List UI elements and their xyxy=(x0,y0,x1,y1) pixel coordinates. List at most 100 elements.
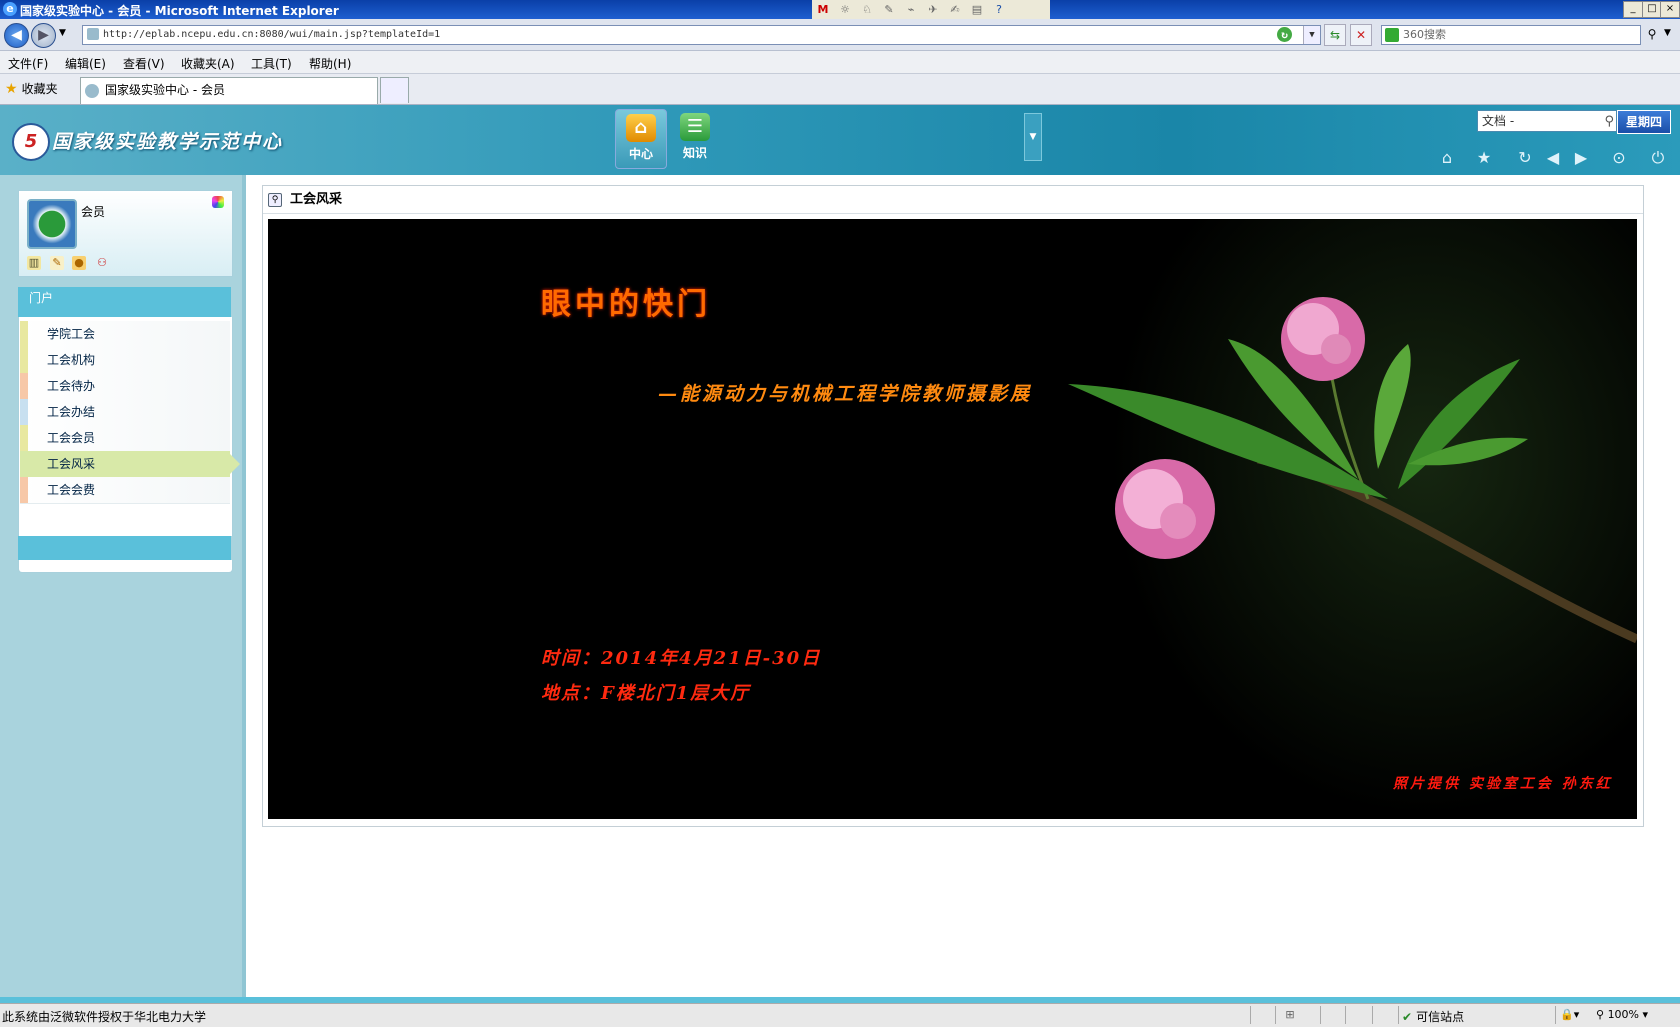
book-icon[interactable]: ▥ xyxy=(27,256,41,270)
banner-title: 眼中的快门 xyxy=(541,287,711,322)
status-cell xyxy=(1345,1006,1370,1024)
security-zone[interactable]: ✔ 可信站点 xyxy=(1402,1008,1464,1025)
status-text: 此系统由泛微软件授权于华北电力大学 xyxy=(2,1010,207,1024)
url-text: http://eplab.ncepu.edu.cn:8080/wui/main.… xyxy=(103,29,441,40)
portal-item-label: 学院工会 xyxy=(47,327,96,341)
item-color-bar xyxy=(20,425,28,451)
settings-icon[interactable]: ⊙ xyxy=(1609,149,1629,167)
portal-item-label: 工会办结 xyxy=(47,405,96,419)
history-dropdown-icon[interactable]: ▼ xyxy=(59,28,66,38)
portal-item-label: 工会会费 xyxy=(47,483,96,497)
maximize-button[interactable]: □ xyxy=(1642,1,1662,18)
tool-icon[interactable]: ✍ xyxy=(946,2,964,17)
avatar[interactable] xyxy=(27,199,77,249)
nav-tab-knowledge[interactable]: ☰ 知识 xyxy=(670,109,720,167)
portal-item-union-todo[interactable]: 工会待办 xyxy=(20,373,230,400)
help-icon[interactable]: ? xyxy=(990,2,1008,17)
browser-tab[interactable]: 国家级实验中心 - 会员 xyxy=(80,77,378,104)
page-icon xyxy=(87,28,99,40)
portal-item-union-org[interactable]: 工会机构 xyxy=(20,347,230,374)
favorite-icon[interactable]: ★ xyxy=(1474,149,1494,167)
menu-tools[interactable]: 工具(T) xyxy=(251,55,292,72)
tab-bar: ★ 收藏夹 国家级实验中心 - 会员 xyxy=(0,74,1680,105)
doc-search-input[interactable]: 文档 - ⚲ xyxy=(1477,110,1617,132)
item-color-bar xyxy=(20,399,28,425)
mail-icon[interactable]: M xyxy=(814,2,832,17)
lock-icon[interactable]: ● xyxy=(72,256,86,270)
portal-item-union-fees[interactable]: 工会会费 xyxy=(20,477,230,504)
edit-icon[interactable]: ✎ xyxy=(50,256,64,270)
home-icon[interactable]: ⌂ xyxy=(1437,149,1457,167)
tool-icon[interactable]: ✈ xyxy=(924,2,942,17)
portal-item-label: 工会会员 xyxy=(47,431,96,445)
compat-icon[interactable]: ↻ xyxy=(1277,27,1292,42)
search-icon[interactable]: ⚲ xyxy=(1642,24,1662,44)
user-panel: 会员 ▥ ✎ ● ⚇ xyxy=(18,190,233,277)
weekday-badge: 星期四 xyxy=(1617,110,1671,134)
forward-icon[interactable]: ▶ xyxy=(1571,149,1591,167)
tool-icon[interactable]: ✎ xyxy=(880,2,898,17)
search-engine-icon xyxy=(1385,28,1399,42)
user-name: 会员 xyxy=(81,205,106,219)
nav-tab-label: 知识 xyxy=(682,146,707,160)
portal-footer xyxy=(18,536,231,560)
back-icon[interactable]: ◀ xyxy=(1543,149,1563,167)
page-icon[interactable]: ▤ xyxy=(968,2,986,17)
site-name: 国家级实验教学示范中心 xyxy=(52,131,284,153)
favorites-button[interactable]: ★ 收藏夹 xyxy=(5,80,58,97)
new-tab-button[interactable] xyxy=(380,77,409,103)
zoom-control[interactable]: ⚲ 100% ▾ xyxy=(1596,1008,1648,1021)
item-color-bar xyxy=(20,477,28,503)
toolbar-tray: M ☼ ♘ ✎ ⌁ ✈ ✍ ▤? xyxy=(812,0,1050,19)
refresh-icon[interactable]: ↻ xyxy=(1515,149,1535,167)
page-icon xyxy=(85,83,99,98)
portal-item-college-union[interactable]: 学院工会 xyxy=(20,321,230,348)
content-portlet: ⚲ 工会风采 眼中的快门 —能源动力与机械工程学院教师摄影展 时间：2014年4… xyxy=(262,185,1644,827)
tool-icon[interactable]: ☼ xyxy=(836,2,854,17)
address-bar: ◀ ▶ ▼ http://eplab.ncepu.edu.cn:8080/wui… xyxy=(0,19,1680,51)
back-icon[interactable]: ◀ xyxy=(4,23,29,48)
status-bar: 此系统由泛微软件授权于华北电力大学 ⊞ ✔ 可信站点 🔒▾ ⚲ 100% ▾ xyxy=(0,1003,1680,1027)
tool-icon[interactable]: ♘ xyxy=(858,2,876,17)
refresh-icon[interactable]: ⇆ xyxy=(1324,24,1346,46)
menu-view[interactable]: 查看(V) xyxy=(123,55,165,72)
status-cell xyxy=(1372,1006,1397,1024)
status-cell xyxy=(1250,1006,1275,1024)
search-dropdown-icon[interactable]: ▼ xyxy=(1664,28,1671,38)
org-chart-icon[interactable]: ⚇ xyxy=(95,256,109,270)
url-dropdown-icon[interactable]: ▼ xyxy=(1303,26,1320,44)
nav-tab-center[interactable]: ⌂ 中心 xyxy=(615,109,667,169)
portal-item-label: 工会风采 xyxy=(47,457,96,471)
theme-icon[interactable] xyxy=(212,196,224,208)
tab-title: 国家级实验中心 - 会员 xyxy=(105,83,225,97)
banner-credit: 照片提供 实验室工会 孙东红 xyxy=(1393,776,1613,792)
portal-item-union-style[interactable]: 工会风采 xyxy=(20,451,240,478)
menu-edit[interactable]: 编辑(E) xyxy=(65,55,106,72)
portal-item-label: 工会机构 xyxy=(47,353,96,367)
forward-icon[interactable]: ▶ xyxy=(31,23,56,48)
protected-mode-icon[interactable]: 🔒▾ xyxy=(1560,1008,1579,1021)
chevron-down-icon[interactable]: ▼ xyxy=(1024,113,1042,161)
menu-help[interactable]: 帮助(H) xyxy=(309,55,351,72)
url-field[interactable]: http://eplab.ncepu.edu.cn:8080/wui/main.… xyxy=(82,25,1321,45)
menu-favorites[interactable]: 收藏夹(A) xyxy=(181,55,235,72)
minimize-button[interactable]: _ xyxy=(1623,1,1643,18)
power-icon[interactable]: ⏻ xyxy=(1648,149,1668,167)
menu-file[interactable]: 文件(F) xyxy=(8,55,48,72)
search-icon[interactable]: ⚲ xyxy=(1604,112,1614,132)
portlet-title: 工会风采 xyxy=(290,192,343,207)
doc-search-value: 文档 - xyxy=(1482,114,1515,128)
tool-icon[interactable]: ⌁ xyxy=(902,2,920,17)
window-title-bar: e 国家级实验中心 - 会员 - Microsoft Internet Expl… xyxy=(0,0,1680,19)
stop-icon[interactable]: ✕ xyxy=(1350,24,1372,46)
menu-bar: 文件(F) 编辑(E) 查看(V) 收藏夹(A) 工具(T) 帮助(H) xyxy=(0,51,1680,74)
close-button[interactable]: × xyxy=(1660,1,1680,18)
favorites-label: 收藏夹 xyxy=(21,82,58,96)
nav-tab-label: 中心 xyxy=(628,147,653,161)
portal-item-union-members[interactable]: 工会会员 xyxy=(20,425,230,452)
item-color-bar xyxy=(20,373,28,399)
search-input[interactable]: 360搜索 xyxy=(1381,25,1641,45)
item-color-bar xyxy=(20,321,28,347)
portlet-title-bar: ⚲ 工会风采 xyxy=(263,186,1643,214)
portal-item-union-done[interactable]: 工会办结 xyxy=(20,399,230,426)
